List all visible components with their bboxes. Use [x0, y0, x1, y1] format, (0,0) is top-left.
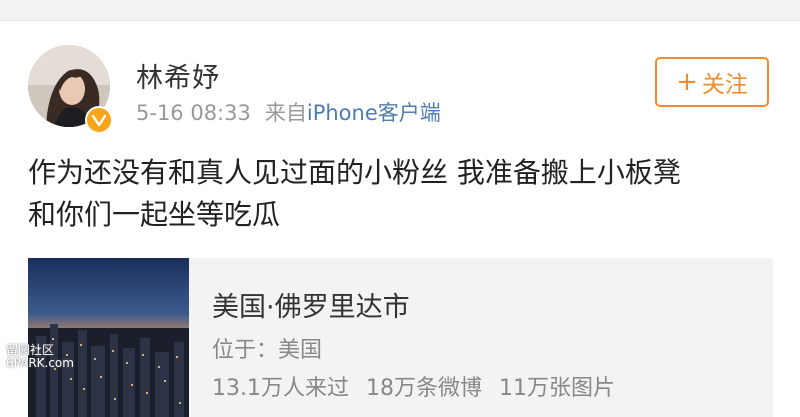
location-subtitle: 位于：美国 — [212, 338, 323, 363]
post-text-line: 和你们一起坐等吃瓜 — [28, 198, 281, 231]
follow-label: 关注 — [701, 72, 748, 98]
location-title: 美国·佛罗里达市 — [212, 292, 410, 323]
location-card[interactable]: 美国·佛罗里达市 位于：美国 13.1万人来过 18万条微博 11万张图片 — [28, 258, 773, 417]
plus-icon: + — [676, 67, 698, 97]
site-watermark: 留园社区 6PARK.com — [6, 344, 74, 370]
source-device-link[interactable]: iPhone客户端 — [307, 101, 441, 125]
stat-posts: 18万条微博 — [366, 376, 482, 401]
watermark-line2: 6PARK.com — [6, 356, 74, 370]
location-stats: 13.1万人来过 18万条微博 11万张图片 — [212, 370, 625, 402]
post-time: 5-16 08:33 — [136, 101, 251, 125]
stat-visitors: 13.1万人来过 — [212, 376, 349, 401]
source-prefix: 来自 — [264, 101, 307, 125]
follow-button[interactable]: + 关注 — [655, 57, 769, 107]
post-text-line: 作为还没有和真人见过面的小粉丝 我准备搬上小板凳 — [28, 156, 681, 189]
city-thumbnail — [28, 258, 189, 417]
post-text: 作为还没有和真人见过面的小粉丝 我准备搬上小板凳 和你们一起坐等吃瓜 — [28, 152, 788, 236]
username[interactable]: 林希妤 — [136, 56, 220, 95]
top-strip — [0, 0, 800, 21]
stat-images: 11万张图片 — [499, 376, 615, 401]
verified-v-badge-icon — [85, 106, 113, 134]
post-meta: 5-16 08:33 来自iPhone客户端 — [136, 97, 441, 127]
